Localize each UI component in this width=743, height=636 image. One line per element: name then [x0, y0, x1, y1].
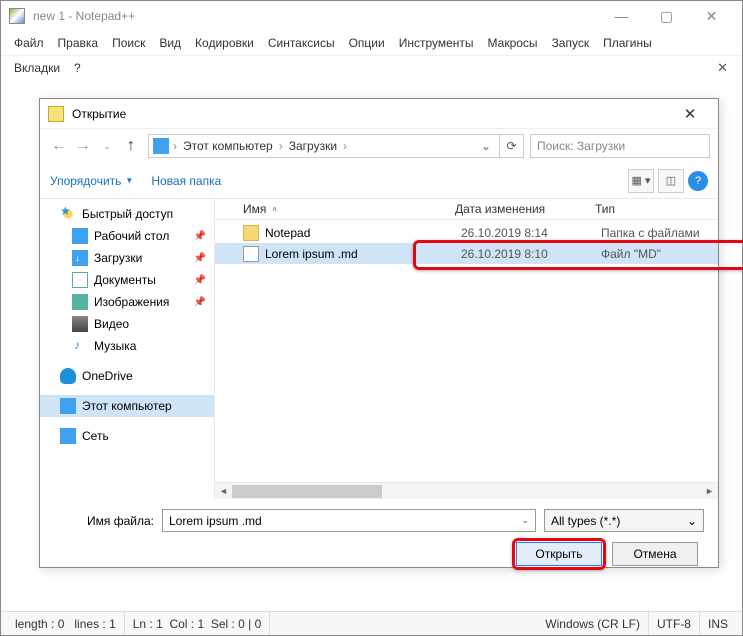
- status-position: Ln : 1 Col : 1 Sel : 0 | 0: [125, 612, 271, 635]
- statusbar: length : 0 lines : 1 Ln : 1 Col : 1 Sel …: [1, 611, 742, 635]
- menu-run[interactable]: Запуск: [545, 33, 597, 53]
- sidebar-item-network[interactable]: Сеть: [40, 425, 214, 447]
- file-list: Notepad 26.10.2019 8:14 Папка с файлами …: [215, 220, 718, 482]
- chevron-down-icon: ▼: [125, 176, 133, 185]
- network-icon: [60, 428, 76, 444]
- menu-edit[interactable]: Правка: [51, 33, 106, 53]
- pin-icon: 📌: [194, 231, 206, 242]
- help-button[interactable]: ?: [688, 171, 708, 191]
- dialog-icon: [48, 106, 64, 122]
- address-dropdown-icon[interactable]: ⌄: [477, 139, 495, 153]
- videos-icon: [72, 316, 88, 332]
- nav-up-icon[interactable]: ↑: [120, 135, 142, 157]
- sort-icon: ˄: [272, 205, 277, 214]
- star-icon: [60, 206, 76, 222]
- sidebar-item-pictures[interactable]: Изображения📌: [40, 291, 214, 313]
- file-name-label: Имя файла:: [54, 514, 154, 528]
- scrollbar-horizontal[interactable]: ◄ ►: [215, 482, 718, 499]
- downloads-icon: [72, 250, 88, 266]
- refresh-button[interactable]: ⟳: [500, 134, 524, 158]
- sidebar-item-videos[interactable]: Видео: [40, 313, 214, 335]
- nav-forward-icon[interactable]: →: [72, 135, 94, 157]
- pin-icon: 📌: [194, 253, 206, 264]
- status-length: length : 0 lines : 1: [7, 612, 125, 635]
- file-icon: [243, 246, 259, 262]
- minimize-button[interactable]: —: [599, 2, 644, 30]
- menu-options[interactable]: Опции: [342, 33, 392, 53]
- file-name-input[interactable]: Lorem ipsum .md ⌄: [162, 509, 536, 532]
- dialog-title: Открытие: [72, 107, 670, 121]
- new-folder-button[interactable]: Новая папка: [151, 174, 221, 188]
- organize-button[interactable]: Упорядочить ▼: [50, 174, 133, 188]
- file-row-folder[interactable]: Notepad 26.10.2019 8:14 Папка с файлами: [215, 222, 718, 243]
- breadcrumb-folder[interactable]: Загрузки: [287, 139, 339, 153]
- music-icon: [72, 338, 88, 354]
- pin-icon: 📌: [194, 275, 206, 286]
- sidebar-item-documents[interactable]: Документы📌: [40, 269, 214, 291]
- documents-icon: [72, 272, 88, 288]
- folder-icon: [243, 225, 259, 241]
- breadcrumb-root[interactable]: Этот компьютер: [181, 139, 275, 153]
- app-icon: [9, 8, 25, 24]
- dialog-close-button[interactable]: ✕: [670, 105, 710, 123]
- menu-macros[interactable]: Макросы: [481, 33, 545, 53]
- view-mode-button[interactable]: ▦ ▾: [628, 169, 654, 193]
- pc-icon: [153, 138, 169, 154]
- open-button[interactable]: Открыть: [516, 542, 602, 566]
- pictures-icon: [72, 294, 88, 310]
- menubar-row2: Вкладки ? ✕: [1, 56, 742, 80]
- maximize-button[interactable]: ▢: [644, 2, 689, 30]
- menu-syntax[interactable]: Синтаксисы: [261, 33, 342, 53]
- column-type[interactable]: Тип: [595, 202, 718, 216]
- nav-back-icon[interactable]: ←: [48, 135, 70, 157]
- menu-tools[interactable]: Инструменты: [392, 33, 481, 53]
- open-dialog: Открытие ✕ ← → ⌄ ↑ › Этот компьютер › За…: [39, 98, 719, 568]
- titlebar: new 1 - Notepad++ — ▢ ✕: [1, 1, 742, 31]
- desktop-icon: [72, 228, 88, 244]
- chevron-down-icon[interactable]: ⌄: [521, 515, 529, 526]
- pc-icon: [60, 398, 76, 414]
- cancel-button[interactable]: Отмена: [612, 542, 698, 566]
- address-bar[interactable]: › Этот компьютер › Загрузки › ⌄: [148, 134, 500, 158]
- search-placeholder: Поиск: Загрузки: [537, 139, 625, 153]
- menu-search[interactable]: Поиск: [105, 33, 152, 53]
- menu-tabs[interactable]: Вкладки: [7, 58, 67, 78]
- menubar: Файл Правка Поиск Вид Кодировки Синтакси…: [1, 31, 742, 56]
- window-title: new 1 - Notepad++: [33, 9, 599, 23]
- sidebar: Быстрый доступ Рабочий стол📌 Загрузки📌 Д…: [40, 199, 215, 499]
- file-type-select[interactable]: All types (*.*) ⌄: [544, 509, 704, 532]
- sidebar-item-downloads[interactable]: Загрузки📌: [40, 247, 214, 269]
- column-headers[interactable]: Имя ˄ Дата изменения Тип: [215, 199, 718, 220]
- chevron-down-icon: ⌄: [687, 514, 697, 528]
- scroll-right-icon[interactable]: ►: [701, 483, 718, 499]
- status-ins: INS: [700, 612, 736, 635]
- column-date[interactable]: Дата изменения: [455, 202, 595, 216]
- menu-plugins[interactable]: Плагины: [596, 33, 659, 53]
- scrollbar-thumb[interactable]: [232, 485, 382, 498]
- sidebar-item-desktop[interactable]: Рабочий стол📌: [40, 225, 214, 247]
- sidebar-item-onedrive[interactable]: OneDrive: [40, 365, 214, 387]
- onedrive-icon: [60, 368, 76, 384]
- menu-file[interactable]: Файл: [7, 33, 51, 53]
- menu-help[interactable]: ?: [67, 58, 88, 78]
- status-eol: Windows (CR LF): [537, 612, 649, 635]
- toolbar-close-icon[interactable]: ✕: [709, 58, 736, 78]
- sidebar-item-music[interactable]: Музыка: [40, 335, 214, 357]
- search-input[interactable]: Поиск: Загрузки: [530, 134, 710, 158]
- status-encoding: UTF-8: [649, 612, 700, 635]
- column-name[interactable]: Имя: [243, 202, 266, 216]
- sidebar-item-quick-access[interactable]: Быстрый доступ: [40, 203, 214, 225]
- scroll-left-icon[interactable]: ◄: [215, 483, 232, 499]
- close-button[interactable]: ✕: [689, 2, 734, 30]
- sidebar-item-this-pc[interactable]: Этот компьютер: [40, 395, 214, 417]
- menu-encoding[interactable]: Кодировки: [188, 33, 261, 53]
- preview-pane-button[interactable]: ◫: [658, 169, 684, 193]
- pin-icon: 📌: [194, 297, 206, 308]
- menu-view[interactable]: Вид: [152, 33, 188, 53]
- nav-history-icon[interactable]: ⌄: [96, 135, 118, 157]
- file-row-selected[interactable]: Lorem ipsum .md 26.10.2019 8:10 Файл "MD…: [215, 243, 718, 264]
